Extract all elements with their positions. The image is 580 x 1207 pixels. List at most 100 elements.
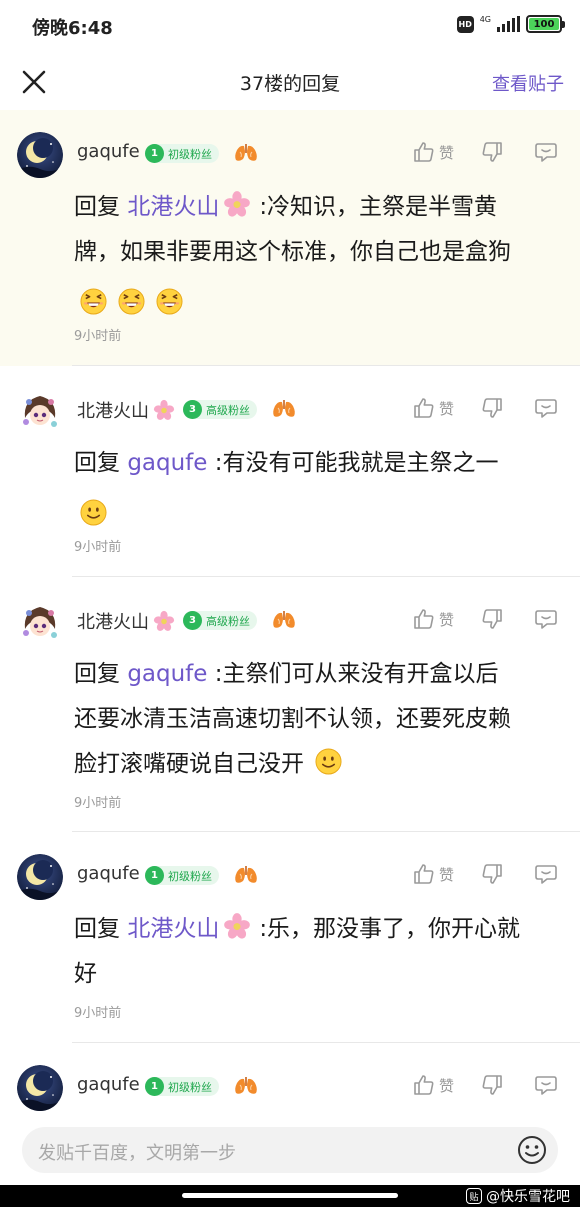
thumbs-down-icon[interactable] [480, 607, 504, 631]
avatar[interactable] [17, 854, 63, 900]
lung-icon [271, 399, 297, 419]
reply-content: 回复 gaqufe :有没有可能我就是主祭之一 [74, 441, 562, 531]
network-type: 4G [479, 15, 491, 24]
comment-icon[interactable] [534, 1073, 558, 1097]
thumbs-up-icon [412, 140, 436, 164]
avatar[interactable] [17, 388, 63, 434]
fan-level-badge: 1 初级粉丝 [145, 1077, 219, 1096]
fan-level-badge: 3 高级粉丝 [183, 400, 257, 419]
reply-content: 回复 北港火山:冷知识，主祭是半雪黄 牌，如果非要用这个标准，你自己也是盒狗 [74, 185, 562, 320]
username[interactable]: gaqufe [77, 1074, 140, 1095]
username[interactable]: 北港火山 [77, 608, 149, 634]
username[interactable]: gaqufe [77, 863, 140, 884]
level-number: 3 [183, 611, 202, 630]
reply-item: gaqufe 1 初级粉丝 赞 回复 北港火山:冷知识，主祭是半雪黄 牌，如果非… [0, 110, 580, 366]
blossom-icon [221, 912, 253, 940]
emoji-row [74, 275, 562, 320]
reply-time: 9小时前 [74, 540, 122, 555]
thumbs-down-icon[interactable] [480, 140, 504, 164]
badge-label: 初级粉丝 [168, 147, 212, 161]
reply-prefix: 回复 [74, 450, 120, 476]
reply-prefix: 回复 [74, 916, 120, 942]
reply-actions: 赞 [412, 1073, 558, 1097]
avatar[interactable] [17, 132, 63, 178]
emoji-smile-icon [80, 499, 107, 526]
level-number: 1 [145, 144, 164, 163]
watermark: 贴 @快乐雪花吧 [466, 1185, 570, 1207]
username[interactable]: gaqufe [77, 141, 140, 162]
thumbs-up-icon [412, 862, 436, 886]
like-button[interactable]: 赞 [412, 140, 454, 164]
fan-level-badge: 1 初级粉丝 [145, 866, 219, 885]
thumbs-down-icon[interactable] [480, 1073, 504, 1097]
lung-icon [233, 1076, 259, 1096]
thumbs-up-icon [412, 1073, 436, 1097]
comment-input[interactable]: 发贴千百度，文明第一步 [22, 1127, 558, 1173]
mention-link[interactable]: gaqufe [127, 450, 207, 476]
fan-level-badge: 3 高级粉丝 [183, 611, 257, 630]
reply-actions: 赞 [412, 140, 558, 164]
thumbs-down-icon[interactable] [480, 862, 504, 886]
comment-icon[interactable] [534, 862, 558, 886]
mention-link[interactable]: 北港火山 [127, 194, 219, 220]
badge-label: 高级粉丝 [206, 614, 250, 628]
reply-content: 回复 gaqufe :主祭们可从来没有开盒以后 还要冰清玉洁高速切割不认领，还要… [74, 652, 562, 787]
comment-input-bar: 发贴千百度，文明第一步 [0, 1117, 580, 1185]
comment-icon[interactable] [534, 396, 558, 420]
home-indicator[interactable] [182, 1193, 398, 1198]
reply-time: 9小时前 [74, 1006, 122, 1021]
fan-level-badge: 1 初级粉丝 [145, 144, 219, 163]
reply-line-2: 好 [74, 961, 97, 987]
reply-list: gaqufe 1 初级粉丝 赞 回复 北港火山 :冷知识，主祭是半雪黄 牌，如果非… [0, 110, 580, 1117]
like-button[interactable]: 赞 [412, 396, 454, 420]
emoji-laugh-icon [156, 288, 183, 315]
reply-line-3: 脸打滚嘴硬说自己没开 [74, 751, 304, 777]
level-number: 1 [145, 1077, 164, 1096]
input-placeholder: 发贴千百度，文明第一步 [38, 1143, 236, 1164]
badge-label: 高级粉丝 [206, 403, 250, 417]
reply-line-1: :主祭们可从来没有开盒以后 [214, 661, 499, 687]
tieba-logo-icon: 贴 [466, 1188, 482, 1204]
thumbs-up-icon [412, 607, 436, 631]
like-label: 赞 [438, 399, 454, 418]
reply-prefix: 回复 [74, 661, 120, 687]
like-button[interactable]: 赞 [412, 607, 454, 631]
reply-line-1: :有没有可能我就是主祭之一 [214, 450, 499, 476]
smile-icon[interactable] [516, 1134, 548, 1166]
lung-icon [233, 143, 259, 163]
like-label: 赞 [438, 610, 454, 629]
status-indicators: HD 4G 100 [456, 15, 565, 33]
blossom-icon [221, 190, 253, 218]
avatar[interactable] [17, 599, 63, 645]
reply-line-2: 还要冰清玉洁高速切割不认领，还要死皮赖 [74, 706, 511, 732]
avatar[interactable] [17, 1065, 63, 1111]
like-label: 赞 [438, 143, 454, 162]
hd-icon: HD [456, 15, 474, 33]
signal-icon [497, 16, 520, 32]
mention-link[interactable]: gaqufe [127, 661, 207, 687]
status-time: 傍晚6:48 [32, 18, 113, 39]
badge-label: 初级粉丝 [168, 1080, 212, 1094]
mention-link[interactable]: 北港火山 [127, 916, 219, 942]
comment-icon[interactable] [534, 607, 558, 631]
watermark-text: @快乐雪花吧 [486, 1189, 570, 1205]
nav-bar: 37楼的回复 查看贴子 [0, 52, 580, 110]
emoji-laugh-icon [80, 288, 107, 315]
battery-icon: 100 [526, 15, 565, 33]
blossom-icon [153, 399, 175, 421]
thumbs-down-icon[interactable] [480, 396, 504, 420]
view-post-link[interactable]: 查看贴子 [492, 70, 564, 96]
reply-line-2: 牌，如果非要用这个标准，你自己也是盒狗 [74, 239, 511, 265]
reply-actions: 赞 [412, 607, 558, 631]
like-button[interactable]: 赞 [412, 1073, 454, 1097]
reply-item: 北港火山 3 高级粉丝 赞 回复 gaqufe :有没有可能我就是主祭之一 9小… [0, 366, 580, 577]
like-button[interactable]: 赞 [412, 862, 454, 886]
reply-time: 9小时前 [74, 796, 122, 811]
battery-level: 100 [529, 18, 559, 30]
username[interactable]: 北港火山 [77, 397, 149, 423]
like-label: 赞 [438, 865, 454, 884]
reply-line-1: :冷知识，主祭是半雪黄 [259, 194, 498, 220]
comment-icon[interactable] [534, 140, 558, 164]
thumbs-up-icon [412, 396, 436, 420]
reply-item: gaqufe 1 初级粉丝 赞 回复 北港火山:乐，那没事了，你开心就 好 9小… [0, 832, 580, 1043]
